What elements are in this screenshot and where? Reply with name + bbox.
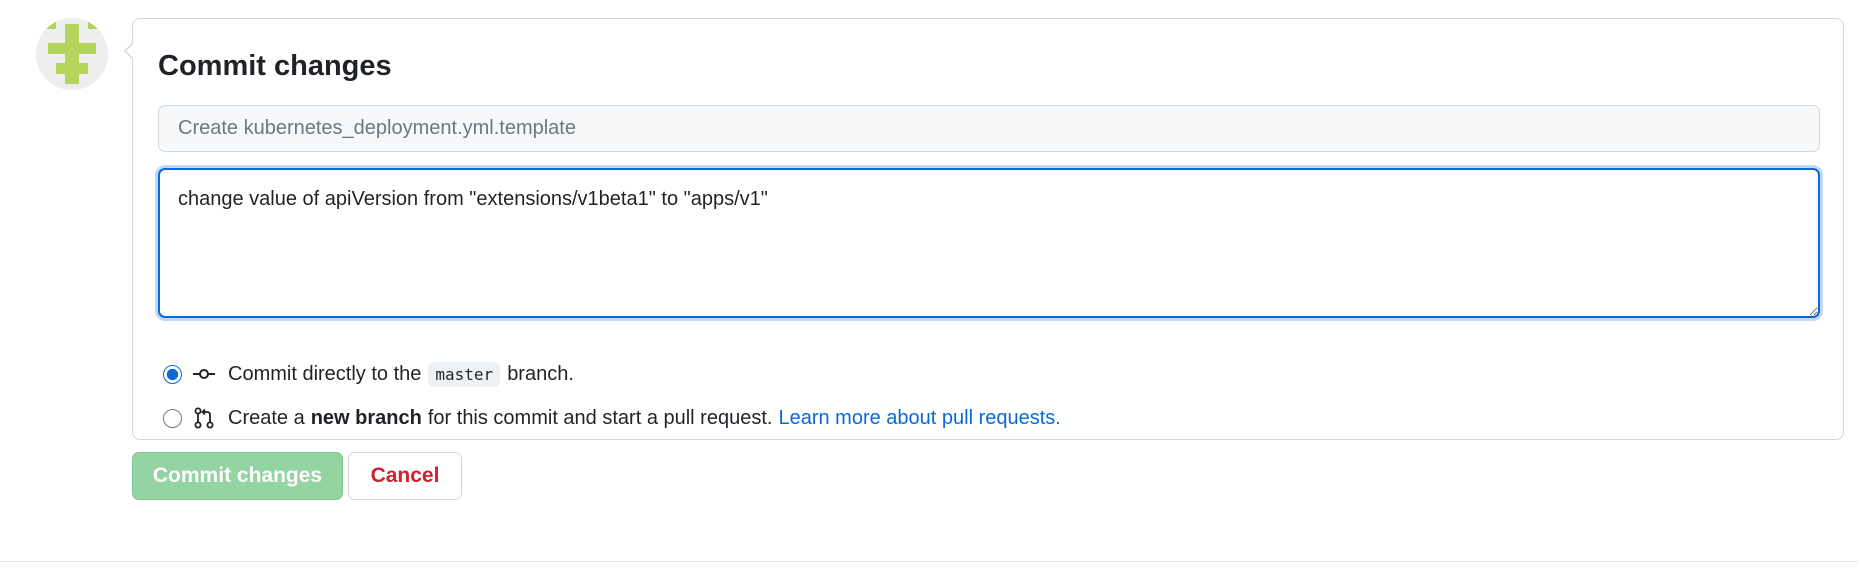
git-pull-request-icon [192,406,216,430]
identicon-icon [36,18,108,90]
branch-name: master [428,361,501,387]
cancel-button[interactable]: Cancel [348,452,462,500]
commit-direct-radio[interactable] [163,364,182,384]
new-branch-radio[interactable] [163,408,182,428]
git-commit-icon [192,362,216,386]
commit-form-title: Commit changes [158,50,392,82]
commit-changes-button[interactable]: Commit changes [132,452,343,500]
new-branch-text: Create a [228,406,305,429]
commit-description-textarea[interactable] [158,168,1820,318]
user-avatar[interactable] [36,18,108,90]
new-branch-option[interactable]: Create a new branch for this commit and … [163,403,1061,433]
commit-direct-text: Commit directly to the [228,362,422,385]
learn-more-link[interactable]: Learn more about pull requests. [778,407,1060,430]
new-branch-bold: new branch [310,406,422,429]
commit-page: Commit changes Commit directly to the ma… [0,0,1858,573]
commit-summary-input[interactable] [158,105,1820,152]
commit-direct-option[interactable]: Commit directly to the master branch. [163,359,574,389]
footer-divider [0,561,1858,562]
commit-direct-text-after: branch. [507,362,574,385]
new-branch-text-after: for this commit and start a pull request… [427,406,773,429]
card-caret-fill [126,43,134,59]
commit-form-card: Commit changes Commit directly to the ma… [132,18,1844,440]
